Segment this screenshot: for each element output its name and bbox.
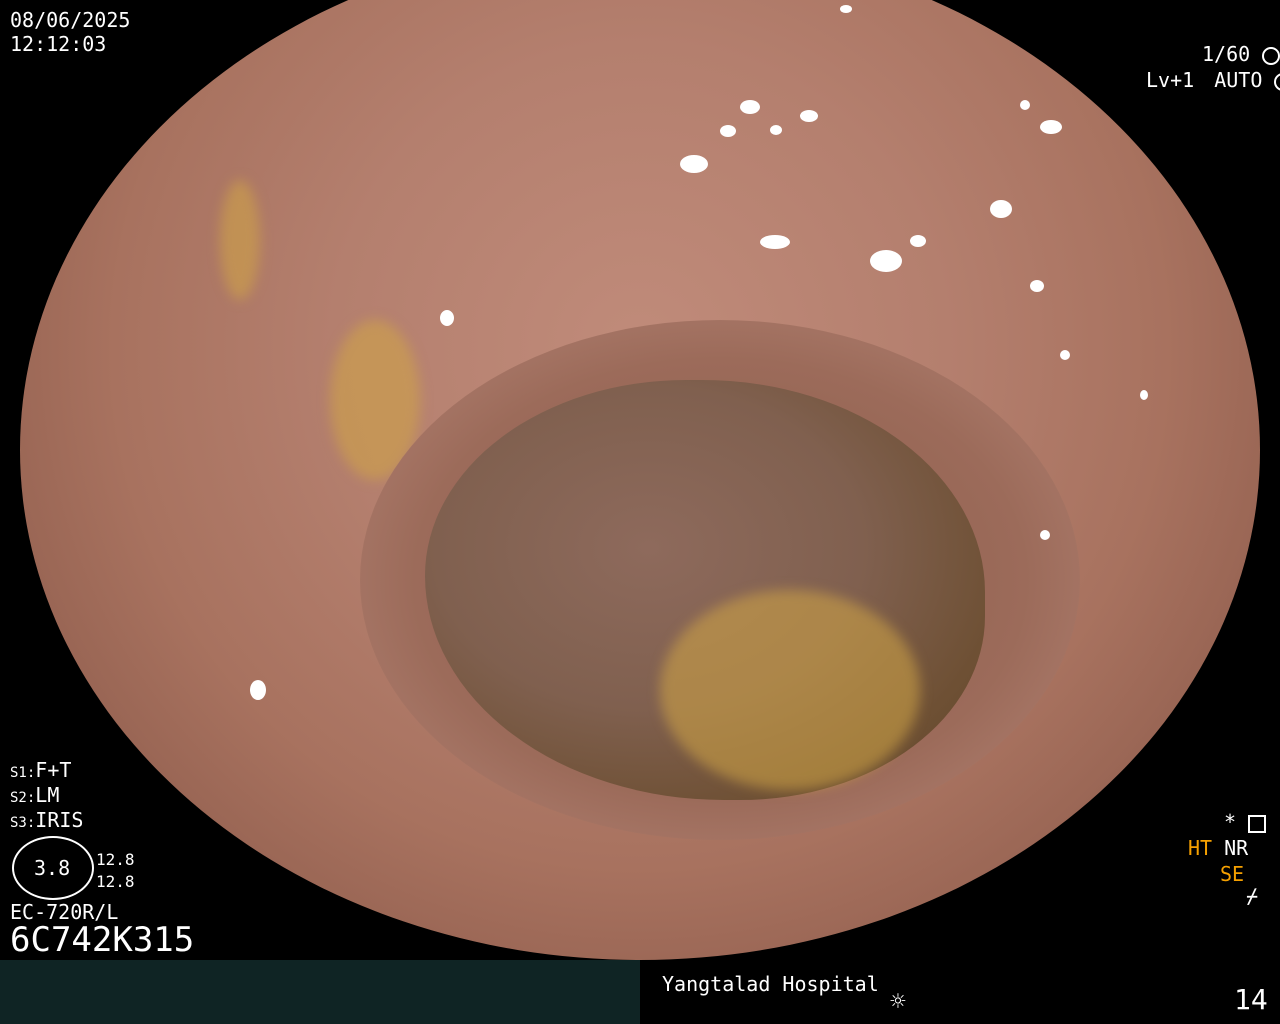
specular-highlight [1140,390,1148,400]
shutter-label: 1/60 [1202,42,1280,66]
specular-highlight [910,235,926,247]
settings-icon [1248,814,1267,833]
sun-icon: ☼ [890,987,906,1017]
status-star: * [1224,810,1267,834]
hospital-name: Yangtalad Hospital [662,972,879,996]
specular-highlight [250,680,266,700]
status-ht-nr: HT NR [1188,836,1249,860]
footer-right-bar: Yangtalad Hospital ☼ 14 [640,960,1280,1024]
reading-2: 12.8 [96,872,135,891]
specular-highlight [1030,280,1044,292]
specular-highlight [1040,530,1050,540]
specular-highlight [870,250,902,272]
setting-s1: S1:F+T [10,758,72,782]
specular-highlight [800,110,818,122]
specular-highlight [1060,350,1070,360]
specular-highlight [840,5,852,13]
specular-highlight [990,200,1012,218]
reading-1: 12.8 [96,850,135,869]
iris-icon [1274,72,1280,91]
specular-highlight [440,310,454,326]
specular-highlight [680,155,708,173]
specular-highlight [720,125,736,137]
flash-icon: ⌿ [1246,884,1259,908]
bile-pool [660,590,920,790]
gauge-icon: 3.8 [12,836,94,900]
setting-s2: S2:LM [10,783,60,807]
specular-highlight [760,235,790,249]
specular-highlight [1040,120,1062,134]
bile-residue [220,180,260,300]
time-label: 12:12:03 [10,32,107,56]
image-number: 14 [1234,983,1268,1016]
endoscope-view [20,0,1260,960]
serial-number: 6C742K315 [10,920,195,960]
level-mode-label: Lv+1 AUTO [1146,68,1280,92]
specular-highlight [770,125,782,135]
setting-s3: S3:IRIS [10,808,84,832]
footer-left-bar [0,960,640,1024]
specular-highlight [740,100,760,114]
aperture-icon [1262,46,1280,65]
specular-highlight [1020,100,1030,110]
status-se: SE [1220,862,1245,886]
date-label: 08/06/2025 [10,8,131,32]
specular-highlight [1050,40,1060,48]
